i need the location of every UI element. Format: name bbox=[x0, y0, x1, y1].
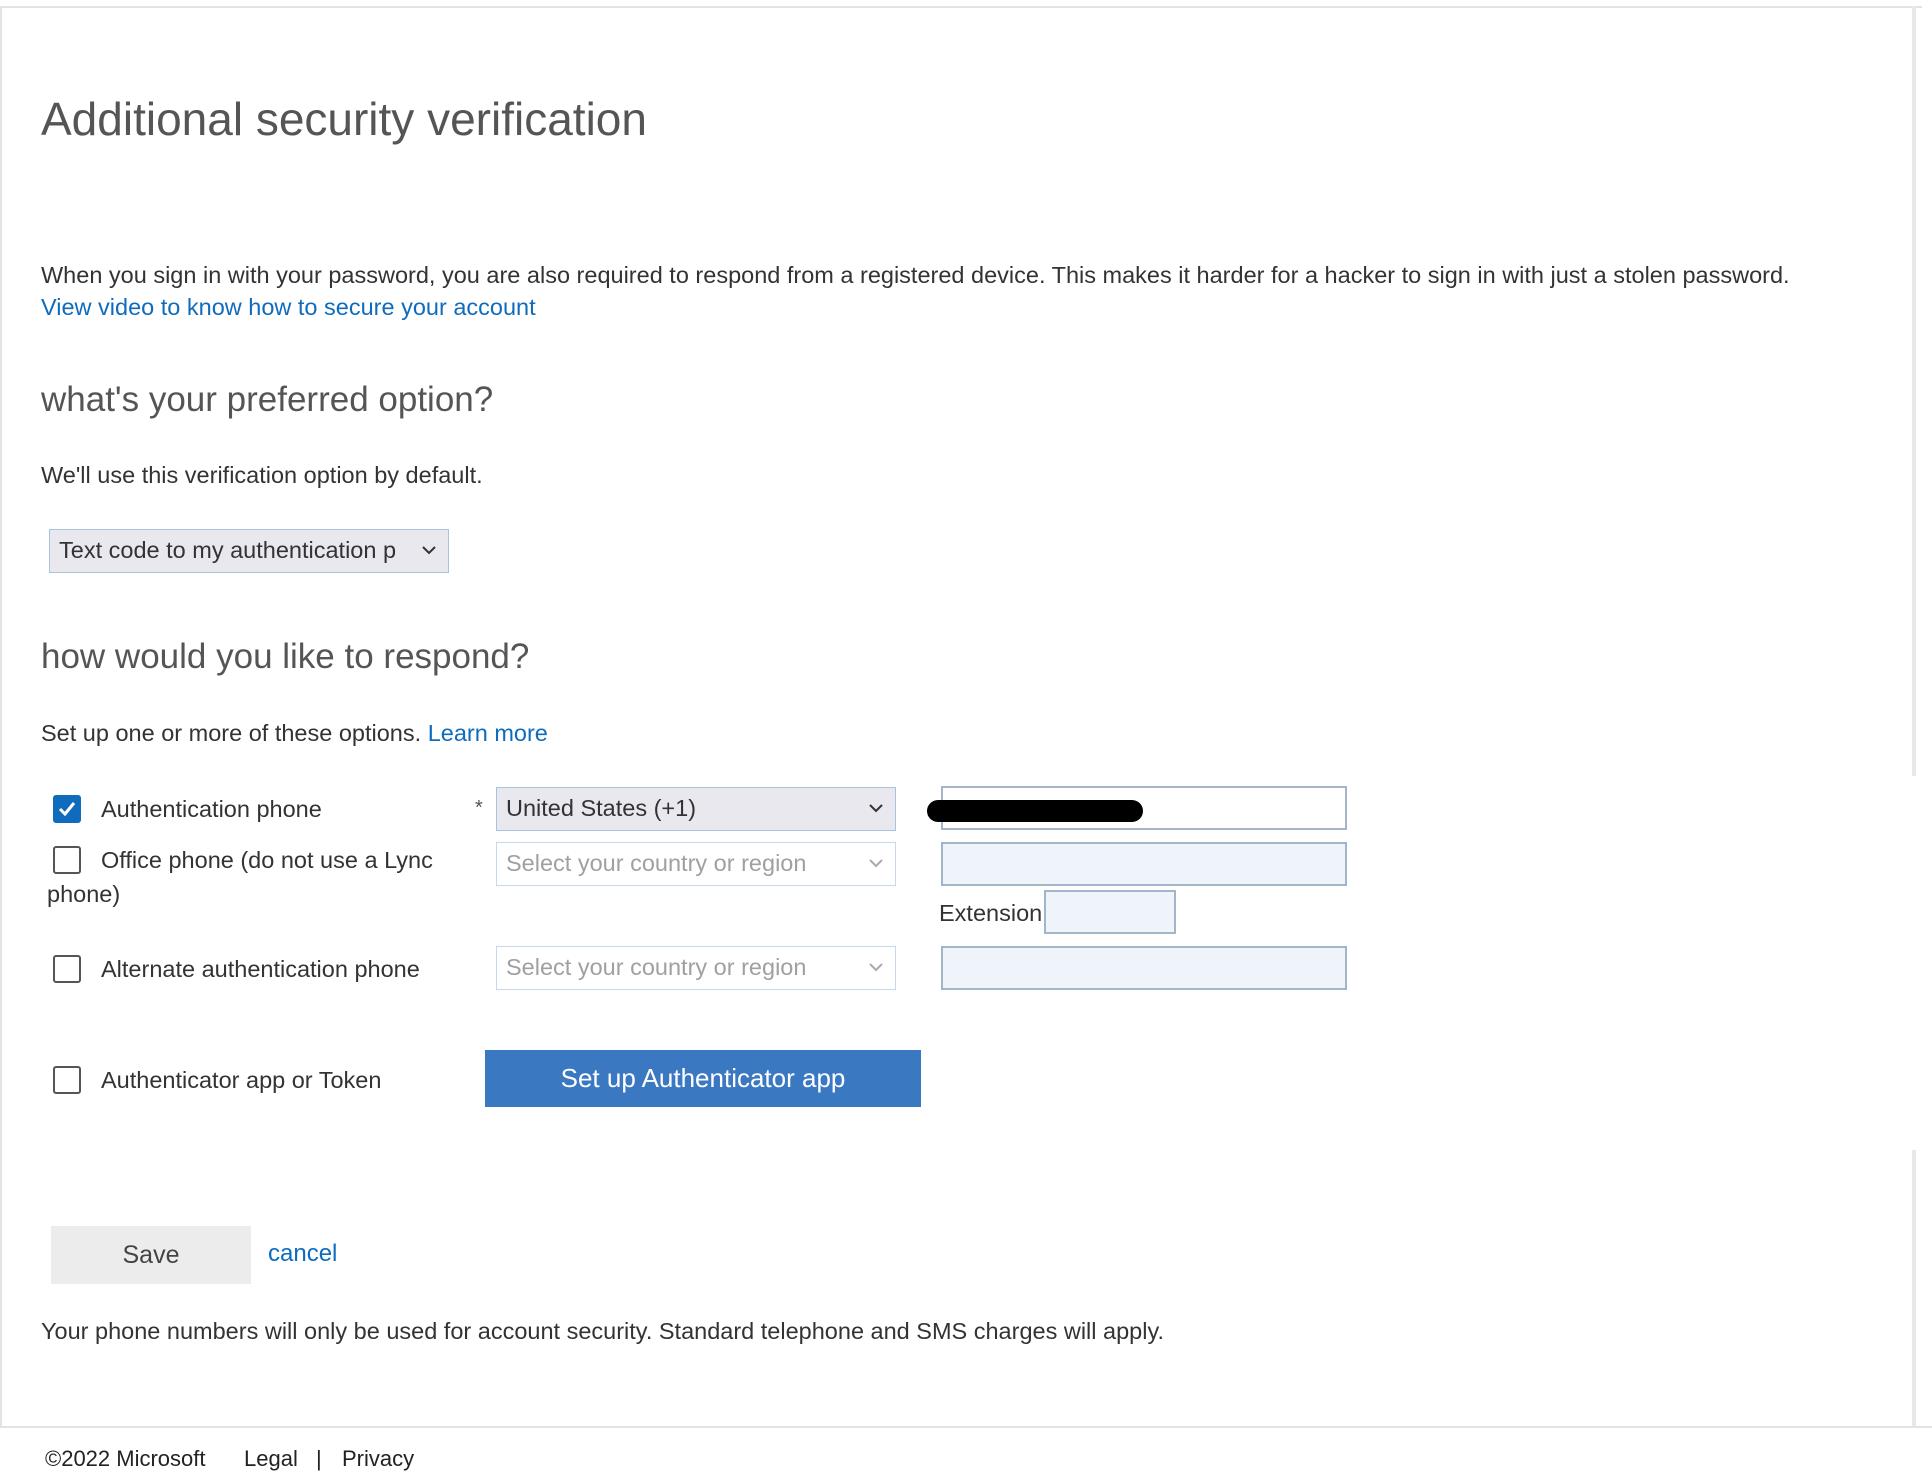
office-phone-country-select[interactable]: Select your country or region bbox=[496, 842, 896, 886]
preferred-option-description: We'll use this verification option by de… bbox=[41, 462, 483, 488]
respond-description: Set up one or more of these options. Lea… bbox=[41, 720, 548, 747]
alternate-phone-label: Alternate authentication phone bbox=[101, 956, 420, 982]
footer-privacy-link[interactable]: Privacy bbox=[342, 1446, 414, 1472]
authentication-phone-country-value: United States (+1) bbox=[506, 795, 697, 821]
chevron-down-icon bbox=[869, 963, 883, 972]
scrollbar-track[interactable] bbox=[1912, 6, 1916, 776]
required-mark: * bbox=[475, 797, 483, 819]
authentication-phone-checkbox[interactable] bbox=[53, 795, 81, 823]
redacted-phone-number bbox=[927, 800, 1143, 822]
respond-heading: how would you like to respond? bbox=[41, 637, 530, 676]
preferred-option-heading: what's your preferred option? bbox=[41, 380, 494, 419]
chevron-down-icon bbox=[869, 804, 883, 813]
disclaimer-text: Your phone numbers will only be used for… bbox=[41, 1318, 1164, 1344]
authenticator-app-label: Authenticator app or Token bbox=[101, 1067, 382, 1093]
alternate-phone-country-select[interactable]: Select your country or region bbox=[496, 946, 896, 990]
footer-copyright: ©2022 Microsoft bbox=[45, 1446, 206, 1471]
page-title: Additional security verification bbox=[41, 93, 647, 145]
save-button[interactable]: Save bbox=[51, 1226, 251, 1284]
office-phone-country-placeholder: Select your country or region bbox=[506, 850, 807, 876]
footer-legal-link[interactable]: Legal bbox=[244, 1446, 298, 1472]
footer-separator: | bbox=[316, 1446, 322, 1471]
authentication-phone-label: Authentication phone bbox=[101, 796, 322, 822]
authentication-phone-number-input[interactable] bbox=[927, 786, 1347, 830]
preferred-option-value: Text code to my authentication p bbox=[59, 537, 397, 563]
chevron-down-icon bbox=[422, 546, 436, 555]
setup-authenticator-app-button[interactable]: Set up Authenticator app bbox=[485, 1050, 921, 1107]
chevron-down-icon bbox=[869, 859, 883, 868]
alternate-phone-country-placeholder: Select your country or region bbox=[506, 954, 807, 980]
office-phone-checkbox[interactable] bbox=[53, 846, 81, 874]
authenticator-app-checkbox[interactable] bbox=[53, 1066, 81, 1094]
footer-divider bbox=[0, 1426, 1932, 1428]
extension-label: Extension bbox=[939, 900, 1043, 926]
office-phone-label: Office phone (do not use a Lync bbox=[101, 847, 433, 873]
office-phone-label-continued: phone) bbox=[47, 881, 121, 907]
learn-more-link[interactable]: Learn more bbox=[428, 720, 548, 746]
preferred-option-select[interactable]: Text code to my authentication p bbox=[49, 529, 449, 573]
cancel-link[interactable]: cancel bbox=[268, 1240, 337, 1268]
office-phone-number-input[interactable] bbox=[941, 842, 1347, 886]
intro-text: When you sign in with your password, you… bbox=[41, 262, 1790, 288]
view-video-link[interactable]: View video to know how to secure your ac… bbox=[41, 294, 536, 321]
extension-input[interactable] bbox=[1044, 890, 1176, 934]
alternate-phone-number-input[interactable] bbox=[941, 946, 1347, 990]
page-frame bbox=[0, 6, 1922, 1426]
checkmark-icon bbox=[58, 802, 76, 817]
respond-description-text: Set up one or more of these options. bbox=[41, 720, 422, 746]
alternate-phone-checkbox[interactable] bbox=[53, 955, 81, 983]
authentication-phone-country-select[interactable]: United States (+1) bbox=[496, 787, 896, 831]
scrollbar-track-lower[interactable] bbox=[1912, 1150, 1916, 1426]
